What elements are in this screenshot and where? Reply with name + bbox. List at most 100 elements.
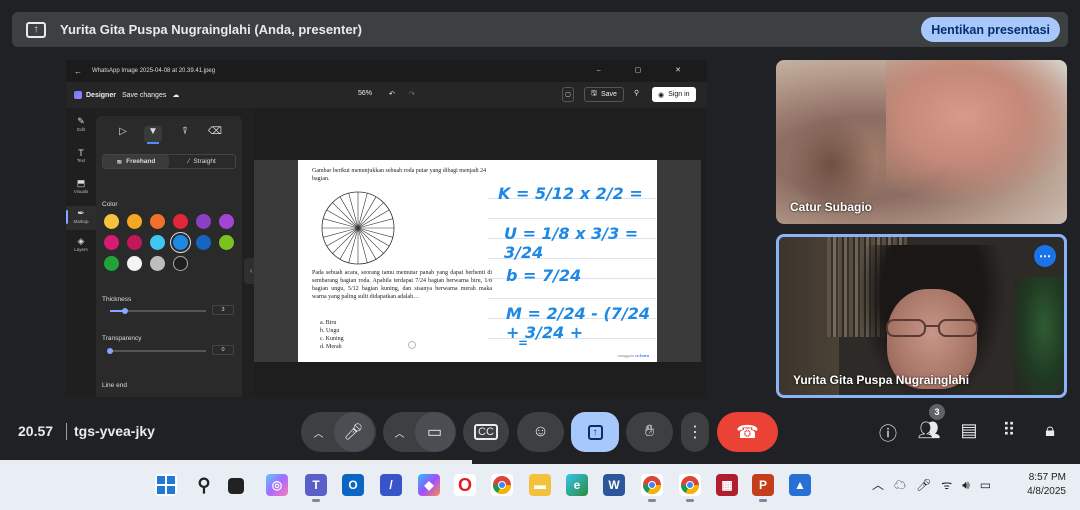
present-button[interactable]: ↑: [571, 412, 619, 452]
color-swatch[interactable]: [173, 214, 188, 229]
handwriting-line-2: U = 1/8 x 3/3 = 3/24: [504, 224, 639, 262]
color-swatch[interactable]: [150, 256, 165, 271]
powerpoint-icon[interactable]: P: [752, 474, 774, 502]
word-icon[interactable]: W: [603, 474, 625, 496]
thickness-slider-knob[interactable]: [122, 308, 128, 314]
activities-grid-icon[interactable]: ⠿: [997, 420, 1021, 444]
info-icon[interactable]: ⓘ: [876, 420, 900, 444]
reactions-button[interactable]: ☺: [517, 412, 564, 452]
color-swatch[interactable]: [150, 214, 165, 229]
people-icon[interactable]: 👥︎: [917, 420, 941, 444]
edit-icon: ✎: [77, 116, 85, 126]
straight-mode[interactable]: ⁄ Straight: [169, 155, 235, 168]
divider: [66, 423, 67, 440]
handwriting-line-4: M = 2/24 - (7/24 + 3/24 +: [506, 304, 651, 342]
mic-options-chevron-icon[interactable]: ︿: [304, 425, 334, 440]
undo-icon[interactable]: ↶: [389, 90, 395, 98]
task-view-icon[interactable]: [228, 478, 244, 494]
m365-icon[interactable]: ◆: [418, 474, 440, 496]
transparency-slider-knob[interactable]: [107, 348, 113, 354]
clock-date[interactable]: 4/8/2025: [1018, 486, 1066, 497]
share-icon[interactable]: ⚲: [634, 89, 639, 97]
microphone-icon[interactable]: 🎤︎: [333, 412, 374, 452]
teams-icon[interactable]: T: [305, 474, 327, 502]
color-swatch[interactable]: [150, 235, 165, 250]
participant-name: Yurita Gita Puspa Nugrainglahi: [793, 373, 970, 387]
captions-button[interactable]: CC: [463, 412, 509, 452]
color-swatch[interactable]: [173, 235, 188, 250]
freehand-mode[interactable]: ≋ Freehand: [103, 155, 169, 168]
system-tray-icons[interactable]: ︿☁🎤︎ᯤ🔊︎▭: [872, 476, 1001, 493]
transparency-label: Transparency: [102, 335, 142, 342]
file-explorer-icon[interactable]: ▬: [529, 474, 551, 496]
chrome-profile-2-icon[interactable]: [679, 474, 701, 502]
copilot-icon[interactable]: ◎: [266, 474, 288, 496]
edge-icon[interactable]: e: [566, 474, 588, 496]
chat-icon[interactable]: ▤: [957, 420, 981, 444]
sign-in-button[interactable]: ◉ Sign in: [652, 87, 696, 102]
chrome-icon[interactable]: [491, 474, 513, 496]
opera-icon[interactable]: O: [454, 474, 476, 496]
copy-icon[interactable]: ▢: [562, 87, 574, 102]
clock-time[interactable]: 8:57 PM: [1028, 472, 1066, 483]
markup-icon: ✒: [77, 208, 85, 218]
color-swatch[interactable]: [219, 214, 234, 229]
rail-edit[interactable]: ✎ Edit: [66, 116, 96, 132]
zoom-level[interactable]: 56%: [358, 90, 372, 97]
rail-markup[interactable]: ✒ Markup: [66, 206, 96, 230]
color-swatch[interactable]: [127, 235, 142, 250]
camera-options-chevron-icon[interactable]: ︿: [385, 425, 415, 440]
freehand-label: Freehand: [126, 158, 156, 165]
mic-control: ︿ 🎤︎: [301, 412, 376, 452]
rail-visuals[interactable]: ⬒ Visuals: [66, 178, 96, 194]
color-swatch[interactable]: [219, 235, 234, 250]
transparency-value[interactable]: 0: [212, 345, 234, 355]
redo-icon[interactable]: ↷: [409, 90, 415, 98]
window-controls[interactable]: – ▢ ✕: [597, 66, 697, 74]
camera-off-icon[interactable]: ▭: [414, 412, 455, 452]
chrome-profile-icon[interactable]: [641, 474, 663, 502]
stop-presenting-button[interactable]: Hentikan presentasi: [921, 17, 1060, 42]
handwriting-line-1: K = 5/12 x 2/2 =: [498, 184, 643, 203]
color-swatch[interactable]: [196, 214, 211, 229]
account-icon: ◉: [658, 91, 665, 99]
raise-hand-button[interactable]: ✋︎: [626, 412, 673, 452]
highlighter-tool-icon[interactable]: ⍒: [176, 126, 194, 142]
document-image[interactable]: Gambar berikut menunjukkan sebuah roda p…: [298, 160, 657, 362]
color-swatch[interactable]: [173, 256, 188, 271]
canvas-cursor-indicator: [408, 341, 416, 349]
eraser-tool-icon[interactable]: ⌫: [206, 126, 224, 142]
more-options-icon[interactable]: ⋯: [1034, 245, 1056, 267]
option-b: b. Ungu: [320, 328, 340, 334]
color-swatch[interactable]: [104, 256, 119, 271]
back-arrow-icon[interactable]: ←: [74, 67, 82, 76]
select-tool-icon[interactable]: ▷: [114, 126, 132, 142]
rail-layers[interactable]: ◈ Layers: [66, 236, 96, 252]
windows-start-icon[interactable]: [155, 474, 177, 496]
meeting-code: tgs-yvea-jky: [74, 423, 155, 439]
search-icon[interactable]: ⚲: [193, 474, 215, 496]
pen-tool-icon[interactable]: ▼: [144, 126, 162, 144]
transparency-slider-track[interactable]: [110, 350, 206, 352]
photos-icon[interactable]: ▲: [789, 474, 811, 496]
color-swatch[interactable]: [127, 214, 142, 229]
participant-tile[interactable]: Catur Subagio: [776, 60, 1067, 224]
designer-app-icon[interactable]: /: [380, 474, 402, 496]
rail-label: Visuals: [73, 189, 89, 194]
participant-tile-active[interactable]: ⋯ Yurita Gita Puspa Nugrainglahi: [776, 234, 1067, 398]
color-swatch[interactable]: [127, 256, 142, 271]
color-swatch[interactable]: [104, 214, 119, 229]
more-options-button[interactable]: ⋮: [681, 412, 709, 452]
thickness-value[interactable]: 3: [212, 305, 234, 315]
save-button[interactable]: 🖫 Save: [584, 87, 624, 102]
color-swatch[interactable]: [196, 235, 211, 250]
app-red-icon[interactable]: ▦: [716, 474, 738, 496]
outlook-icon[interactable]: O: [342, 474, 364, 496]
rail-text[interactable]: T Text: [66, 148, 96, 163]
save-changes-link[interactable]: Save changes: [122, 92, 166, 99]
color-swatch[interactable]: [104, 235, 119, 250]
thickness-slider-track[interactable]: [126, 310, 206, 312]
rail-label: Layers: [74, 247, 88, 252]
leave-call-button[interactable]: ☎︎: [717, 412, 778, 452]
host-controls-lock-icon[interactable]: 🔒︎: [1038, 420, 1062, 444]
